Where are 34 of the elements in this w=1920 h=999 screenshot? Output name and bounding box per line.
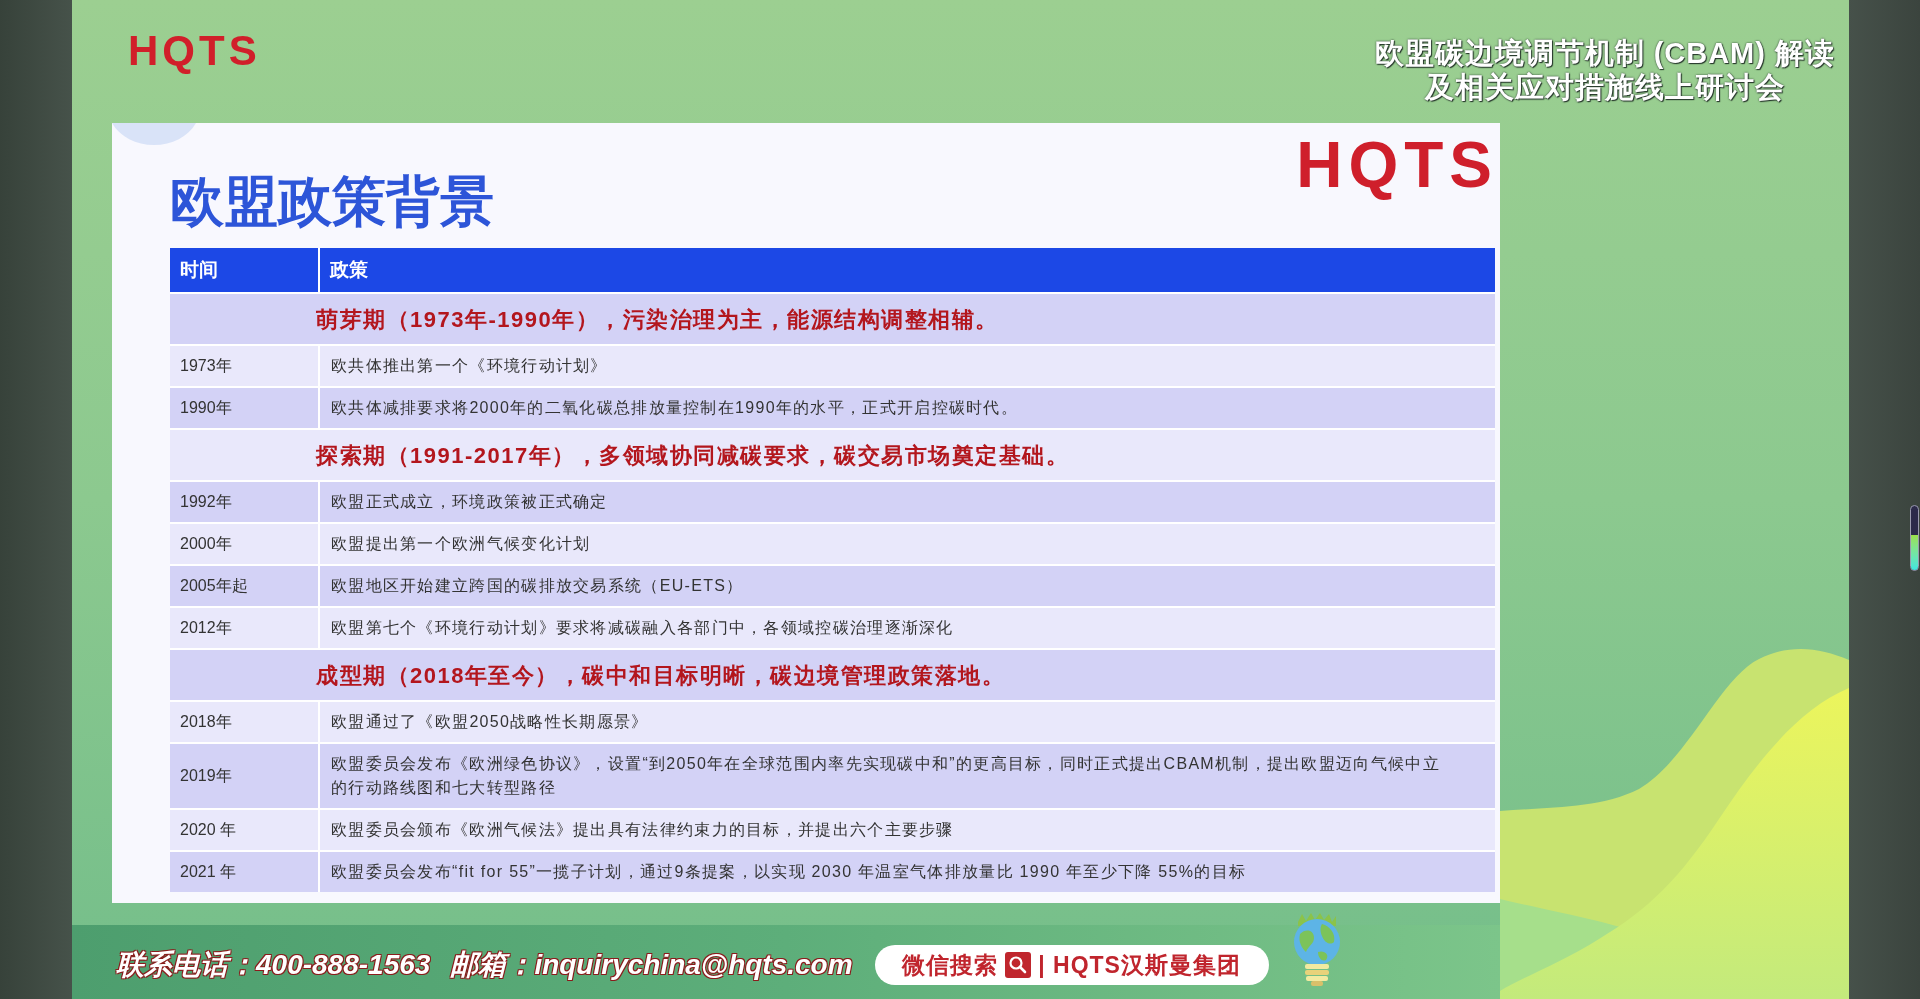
table-cell: 2000年 — [170, 524, 318, 564]
table-cell: 欧盟委员会发布“fit for 55”一揽子计划，通过9条提案，以实现 2030 年温室气体排放量比 1990 年至少下降 55%的目标 — [320, 852, 1495, 892]
table-cell: 欧盟通过了《欧盟2050战略性长期愿景》 — [320, 702, 1495, 742]
account-name: | HQTS汉斯曼集团 — [1038, 950, 1241, 980]
table-cell: 欧盟地区开始建立跨国的碳排放交易系统（EU-ETS） — [320, 566, 1495, 606]
table-cell: 欧盟提出第一个欧洲气候变化计划 — [320, 524, 1495, 564]
table-header-cell: 政策 — [320, 248, 1495, 292]
table-cell: 欧共体推出第一个《环境行动计划》 — [320, 346, 1495, 386]
company-logo: HQTS — [128, 30, 261, 72]
table-cell: 1973年 — [170, 346, 318, 386]
table-cell: 2019年 — [170, 744, 318, 808]
table-cell: 欧盟委员会发布《欧洲绿色协议》，设置“到2050年在全球范围内率先实现碳中和”的更高目标，同时正式提出CBAM机制，提出欧盟迈向气候中立的行动路线图和七大转型路径 — [320, 744, 1495, 808]
phase-heading-cell: 探索期（1991-2017年），多领域协同减碳要求，碳交易市场奠定基础。 — [170, 430, 1495, 480]
slide-title: 欧盟政策背景 — [170, 170, 494, 233]
table-cell: 2020 年 — [170, 810, 318, 850]
phase-heading-cell: 萌芽期（1973年-1990年），污染治理为主，能源结构调整相辅。 — [170, 294, 1495, 344]
search-icon — [1005, 952, 1032, 978]
table-cell: 2021 年 — [170, 852, 318, 892]
table-cell: 欧盟正式成立，环境政策被正式确定 — [320, 482, 1495, 522]
table-cell: 欧共体减排要求将2000年的二氧化碳总排放量控制在1990年的水平，正式开启控碳时代。 — [320, 388, 1495, 428]
wechat-label: 微信搜索 — [902, 950, 999, 980]
phase-heading-cell: 成型期（2018年至今），碳中和目标明晰，碳边境管理政策落地。 — [170, 650, 1495, 700]
webinar-title: 欧盟碳边境调节机制 (CBAM) 解读 — [1374, 36, 1835, 70]
table-header-cell: 时间 — [170, 248, 318, 292]
email-text: 邮箱：inquirychina@hqts.com — [450, 948, 853, 982]
table-cell: 1992年 — [170, 482, 318, 522]
table-cell: 2012年 — [170, 608, 318, 648]
webinar-title: 及相关应对措施线上研讨会 — [1424, 70, 1785, 104]
table-cell: 欧盟委员会颁布《欧洲气候法》提出具有法律约束力的目标，并提出六个主要步骤 — [320, 810, 1495, 850]
table-cell: 欧盟第七个《环境行动计划》要求将减碳融入各部门中，各领域控碳治理逐渐深化 — [320, 608, 1495, 648]
phone-text: 联系电话：400-888-1563 — [116, 948, 431, 982]
table-cell: 1990年 — [170, 388, 318, 428]
table-cell: 2005年起 — [170, 566, 318, 606]
table-cell: 2018年 — [170, 702, 318, 742]
